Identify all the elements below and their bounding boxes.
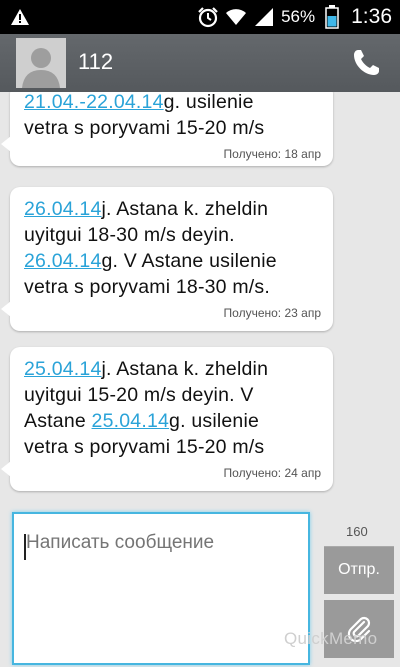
conversation-header: 112 xyxy=(0,34,400,92)
message-input[interactable] xyxy=(26,532,296,554)
received-time: Получено: 24 апр xyxy=(223,466,321,480)
message-text: 25.04.14j. Astana k. zheldin uyitgui 15-… xyxy=(24,358,269,458)
date-link[interactable]: 26.04.14 xyxy=(24,198,102,220)
char-counter: 160 xyxy=(346,524,368,539)
person-icon xyxy=(16,38,66,88)
battery-icon xyxy=(321,5,343,29)
warning-icon xyxy=(11,9,29,25)
received-time: Получено: 18 апр xyxy=(223,147,321,161)
message-bubble[interactable]: 26.04.14j. Astana k. zheldin uyitgui 18-… xyxy=(1,187,333,331)
alarm-icon xyxy=(197,6,219,28)
signal-icon xyxy=(253,6,275,28)
message-list[interactable]: 21.04.-22.04.14g. usilenie vetra s poryv… xyxy=(0,92,400,500)
contact-name: 112 xyxy=(78,49,114,74)
clock: 1:36 xyxy=(351,5,392,28)
message-bubble[interactable]: 21.04.-22.04.14g. usilenie vetra s poryv… xyxy=(1,92,333,166)
wifi-icon xyxy=(225,6,247,28)
date-link[interactable]: 25.04.14 xyxy=(24,358,102,380)
quickmemo-watermark: QuickMemo xyxy=(284,629,378,648)
message-text: 21.04.-22.04.14g. usilenie vetra s poryv… xyxy=(24,92,265,139)
date-link[interactable]: 26.04.14 xyxy=(24,250,102,272)
compose-area: 160 Отпр. QuickMemo xyxy=(0,502,400,667)
received-time: Получено: 23 апр xyxy=(223,306,321,320)
status-bar: 56% 1:36 xyxy=(0,0,400,34)
message-text: 26.04.14j. Astana k. zheldin uyitgui 18-… xyxy=(24,198,277,298)
phone-icon[interactable] xyxy=(350,47,382,79)
message-bubble[interactable]: 25.04.14j. Astana k. zheldin uyitgui 15-… xyxy=(1,347,333,491)
contact-avatar[interactable] xyxy=(16,38,66,88)
date-link[interactable]: 21.04.-22.04.14 xyxy=(24,92,164,113)
date-link[interactable]: 25.04.14 xyxy=(92,410,170,432)
send-button[interactable]: Отпр. xyxy=(324,546,394,594)
battery-percent: 56% xyxy=(281,7,316,26)
message-input-box[interactable] xyxy=(12,512,310,665)
